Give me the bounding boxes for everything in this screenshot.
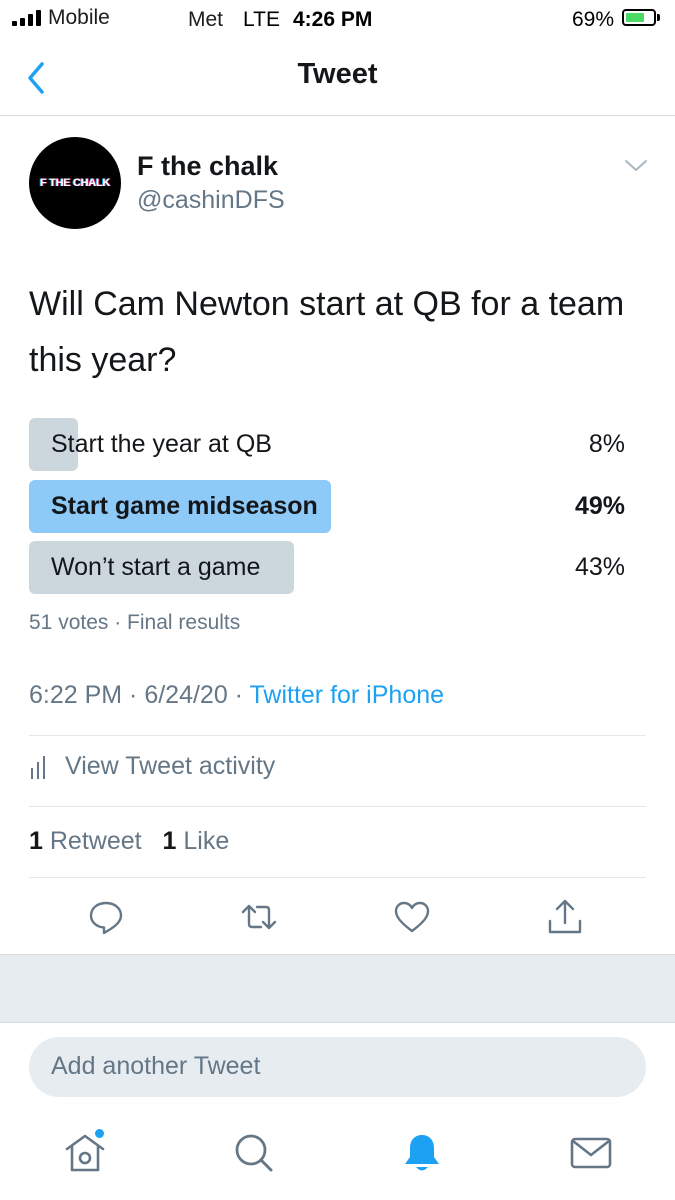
carrier-name-secondary: Met bbox=[188, 8, 224, 31]
reply-icon[interactable] bbox=[86, 897, 126, 937]
page-title: Tweet bbox=[297, 58, 378, 90]
poll-option[interactable]: Start game midseason 49% bbox=[29, 480, 627, 533]
add-another-tweet-input[interactable]: Add another Tweet bbox=[29, 1037, 646, 1097]
poll-option-percent: 8% bbox=[588, 430, 625, 458]
view-tweet-activity-label: View Tweet activity bbox=[65, 752, 276, 780]
analytics-icon bbox=[31, 755, 45, 779]
signal-icon bbox=[12, 10, 41, 26]
tweet-timestamp: 6:22 PM · 6/24/20 · Twitter for iPhone bbox=[29, 681, 444, 710]
reply-placeholder: Add another Tweet bbox=[51, 1052, 261, 1080]
battery-percent: 69% bbox=[572, 8, 615, 31]
divider bbox=[29, 877, 646, 878]
retweet-icon[interactable] bbox=[239, 897, 279, 937]
notifications-icon[interactable] bbox=[399, 1130, 445, 1176]
share-icon[interactable] bbox=[545, 897, 585, 937]
poll-option-label: Start the year at QB bbox=[51, 430, 272, 458]
carrier-name: Mobile bbox=[48, 6, 110, 29]
poll-option-label: Won’t start a game bbox=[51, 553, 261, 581]
poll-option-percent: 43% bbox=[574, 553, 625, 581]
battery-icon bbox=[622, 9, 656, 26]
search-icon[interactable] bbox=[231, 1130, 277, 1176]
tweet-source-link[interactable]: Twitter for iPhone bbox=[250, 681, 445, 709]
avatar-text: F THE CHALK bbox=[39, 177, 111, 189]
section-separator bbox=[0, 954, 675, 1023]
status-bar: Mobile Met LTE 4:26 PM 69% bbox=[0, 0, 675, 40]
likes-stat[interactable]: 1 Like bbox=[163, 827, 230, 855]
author-handle[interactable]: @cashinDFS bbox=[137, 186, 285, 215]
notification-dot bbox=[95, 1129, 104, 1138]
poll-option-percent: 49% bbox=[574, 492, 625, 520]
tweet-text: Will Cam Newton start at QB for a team t… bbox=[29, 285, 625, 379]
view-tweet-activity-button[interactable]: View Tweet activity bbox=[29, 752, 275, 781]
battery-nub bbox=[657, 14, 660, 21]
poll-meta: 51 votes · Final results bbox=[29, 611, 241, 634]
nav-bar: Tweet bbox=[0, 40, 675, 116]
divider bbox=[29, 806, 646, 807]
messages-icon[interactable] bbox=[568, 1130, 614, 1176]
retweets-count: 1 bbox=[29, 827, 43, 855]
network-type: LTE bbox=[243, 8, 280, 31]
author-name[interactable]: F the chalk bbox=[137, 151, 278, 182]
poll-option[interactable]: Won’t start a game 43% bbox=[29, 541, 627, 594]
chevron-down-icon[interactable] bbox=[622, 156, 650, 176]
status-time: 4:26 PM bbox=[293, 8, 373, 31]
avatar[interactable]: F THE CHALK bbox=[29, 137, 121, 229]
poll-option[interactable]: Start the year at QB 8% bbox=[29, 418, 627, 471]
retweets-stat[interactable]: 1 Retweet bbox=[29, 827, 142, 855]
retweets-label: Retweet bbox=[49, 827, 142, 855]
like-icon[interactable] bbox=[392, 897, 432, 937]
tweet-datetime: 6:22 PM · 6/24/20 · bbox=[29, 681, 250, 709]
likes-count: 1 bbox=[162, 827, 177, 855]
divider bbox=[29, 735, 646, 736]
likes-label: Like bbox=[183, 827, 230, 855]
poll-option-label: Start game midseason bbox=[51, 492, 318, 520]
tweet-stats: 1 Retweet 1 Like bbox=[29, 827, 243, 856]
